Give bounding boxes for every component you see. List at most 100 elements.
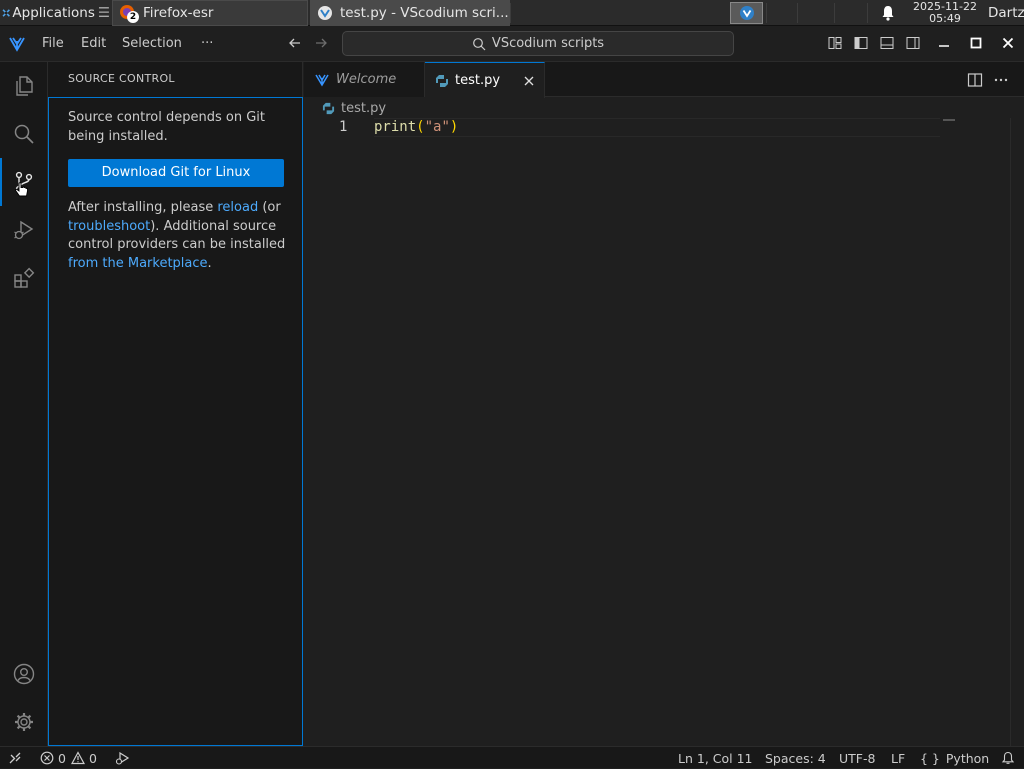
encoding[interactable]: UTF-8 [839,747,875,769]
breadcrumb[interactable]: test.py [322,98,386,118]
cursor-position[interactable]: Ln 1, Col 11 [678,747,753,769]
search-icon [473,37,486,50]
scm-after-text-1: After installing, please [68,200,218,215]
scm-after-text-2: (or [258,200,281,215]
python-file-icon [436,74,448,87]
taskbar-separator [797,3,798,23]
error-count: 0 [58,750,66,766]
code-line[interactable]: print("a") [374,119,458,135]
troubleshoot-link[interactable]: troubleshoot [68,219,150,234]
editor-tabs: Welcome test.py [304,62,1024,98]
remote-icon [9,752,21,764]
activity-manage[interactable] [0,698,48,746]
token-function: print [374,119,417,135]
vscodium-welcome-icon [315,74,329,86]
download-git-button[interactable]: Download Git for Linux [68,159,284,187]
activity-search[interactable] [0,110,48,158]
language-label: Python [945,750,990,766]
taskbar-vscodium-label: test.py - VScodium scri... [340,4,509,21]
user-name[interactable]: Dartz [988,0,1024,26]
status-bar: 0 0 Ln 1, Col 11 Spaces: 4 UTF-8 LF { } … [0,746,1024,768]
toggle-secondary-sidebar-icon[interactable] [905,35,921,51]
taskbar-firefox-label: Firefox-esr [143,4,214,21]
applications-suffix: ☰ [97,4,110,21]
customize-layout-icon[interactable] [827,35,843,51]
end-of-line[interactable]: LF [891,747,905,769]
applications-menu[interactable]: Applications ☰ [0,0,110,26]
indentation[interactable]: Spaces: 4 [765,747,826,769]
xfce-logo-icon [2,8,10,17]
tab-test-py[interactable]: test.py [425,62,545,98]
run-debug-status[interactable] [114,747,134,769]
activity-bar [0,62,48,746]
hand-cursor-icon [15,182,28,197]
tab-welcome-label: Welcome [336,72,397,87]
debug-icon [115,751,130,765]
activity-source-control[interactable] [0,158,48,206]
warning-count: 0 [88,750,97,766]
line-number: 1 [339,119,348,135]
command-center-label: VScodium scripts [491,36,605,51]
taskbar-firefox[interactable]: 2 Firefox-esr [112,0,308,26]
clock[interactable]: 2025-11-22 05:49 [905,0,985,26]
warning-icon [70,751,85,765]
account-icon [13,663,35,685]
marketplace-link[interactable]: from the Marketplace [68,256,208,271]
activity-explorer[interactable] [0,62,48,110]
split-editor-icon[interactable] [966,71,984,89]
title-bar: File Edit Selection ··· VScodium scripts [0,26,1024,62]
bell-icon [1001,751,1015,764]
breadcrumb-file[interactable]: test.py [341,101,386,116]
menu-more[interactable]: ··· [201,26,213,62]
activity-accounts[interactable] [0,650,48,698]
close-icon[interactable] [522,74,536,88]
toggle-primary-sidebar-icon[interactable] [853,35,869,51]
taskbar-separator [834,3,835,23]
current-line-highlight [374,118,940,137]
notifications[interactable] [1001,747,1019,769]
activity-extensions[interactable] [0,254,48,302]
applications-label: Applications [12,4,95,21]
taskbar-separator [867,3,868,23]
more-actions-icon[interactable] [992,71,1010,89]
minimap[interactable] [943,119,955,121]
scm-after-text: After installing, please reload (or trou… [68,199,293,273]
close-window-icon[interactable] [1000,35,1016,51]
run-debug-icon [14,220,34,240]
language-mode[interactable]: { } Python [920,747,989,769]
remote-indicator[interactable] [8,747,26,769]
notification-bell-icon[interactable] [880,4,896,22]
problems-indicator[interactable]: 0 0 [40,747,97,769]
taskbar-separator [766,3,767,23]
firefox-badge: 2 [127,10,139,23]
token-paren-close: ) [449,119,459,135]
command-center-search[interactable]: VScodium scripts [342,31,734,56]
minimize-icon[interactable] [936,35,952,51]
menu-file[interactable]: File [42,26,64,62]
maximize-icon[interactable] [968,35,984,51]
tray-vscodium-icon[interactable] [730,2,763,24]
menu-edit[interactable]: Edit [81,26,106,62]
reload-link[interactable]: reload [217,200,258,215]
menu-selection[interactable]: Selection [122,26,182,62]
source-control-sidebar: SOURCE CONTROL Source control depends on… [48,62,303,746]
taskbar-separator [510,3,511,23]
vscodium-taskbar-icon [316,4,334,22]
gear-icon [15,713,33,731]
arrow-left-icon[interactable] [287,35,303,51]
activity-run-debug[interactable] [0,206,48,254]
taskbar-vscodium[interactable]: test.py - VScodium scri... [310,0,510,26]
tab-welcome[interactable]: Welcome [304,62,425,97]
os-taskbar: Applications ☰ 2 Firefox-esr test.py - V… [0,0,1024,26]
toggle-panel-icon[interactable] [879,35,895,51]
extensions-icon [14,267,35,288]
token-string: "a" [424,119,450,135]
vertical-scrollbar[interactable] [1010,118,1024,746]
search-icon [14,124,34,144]
python-file-icon [322,102,335,114]
code-editor[interactable]: 1 print("a") [304,118,1024,746]
arrow-right-icon[interactable] [313,35,329,51]
clock-time: 05:49 [929,11,961,25]
sidebar-title: SOURCE CONTROL [68,72,175,85]
vscodium-logo-icon [9,37,25,52]
